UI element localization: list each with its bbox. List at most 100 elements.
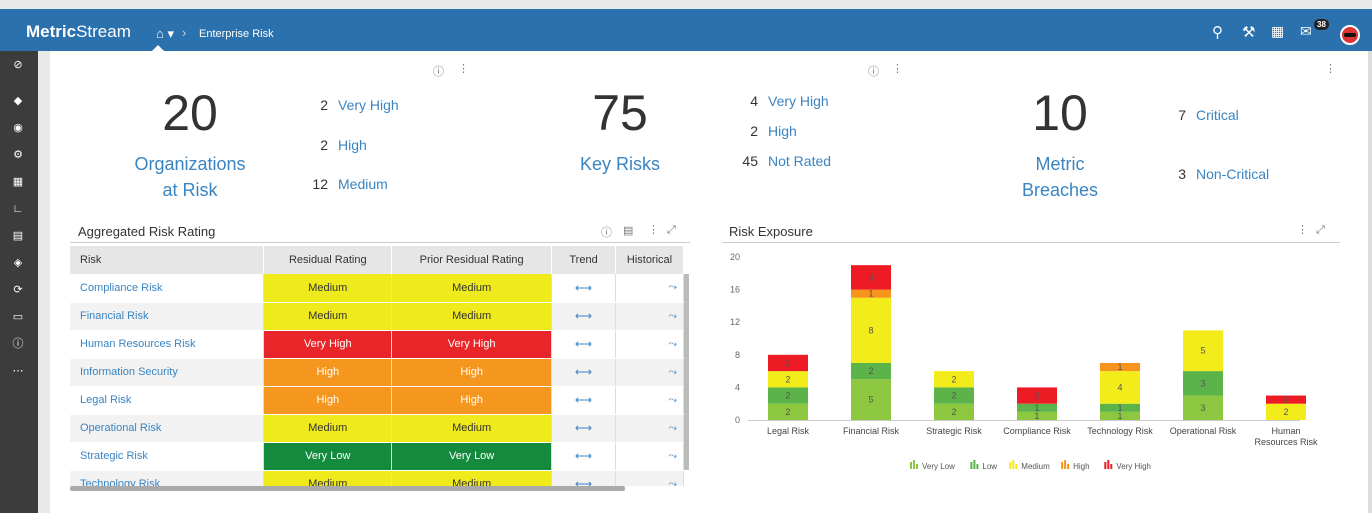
table-row[interactable]: Human Resources Risk Very High Very High ⟷ ⤳ bbox=[70, 330, 684, 359]
key-risks-label[interactable]: Key Risks bbox=[555, 151, 685, 177]
trend-icon[interactable]: ⟷ bbox=[551, 302, 616, 331]
more-icon[interactable]: ⋮ bbox=[648, 223, 659, 236]
historical-icon[interactable]: ⤳ bbox=[615, 386, 684, 415]
risk-name-link[interactable]: Information Security bbox=[70, 358, 265, 387]
risk-name-link[interactable]: Compliance Risk bbox=[70, 274, 265, 303]
table-row[interactable]: Legal Risk High High ⟷ ⤳ bbox=[70, 386, 684, 415]
page-scrollbar[interactable] bbox=[1368, 51, 1372, 513]
breadcrumb[interactable]: Enterprise Risk bbox=[199, 28, 274, 40]
risk-name-link[interactable]: Financial Risk bbox=[70, 302, 265, 331]
risk-name-link[interactable]: Operational Risk bbox=[70, 414, 265, 443]
prior-rating-cell: Medium bbox=[391, 414, 553, 443]
organizations-label[interactable]: Organizations at Risk bbox=[110, 151, 270, 203]
metric-breaches-count[interactable]: 10 bbox=[1010, 84, 1110, 142]
help-icon[interactable]: ⓘ bbox=[11, 338, 25, 350]
trend-icon[interactable]: ⟷ bbox=[551, 470, 616, 486]
column-header-risk[interactable]: Risk bbox=[70, 246, 265, 274]
tools-icon[interactable]: ⚒ bbox=[1242, 23, 1255, 41]
home-icon[interactable]: ⌂ ▾ bbox=[156, 26, 174, 42]
metric-stat-non-critical[interactable]: 3 Non-Critical bbox=[1160, 166, 1269, 182]
table-row[interactable]: Technology Risk Medium Medium ⟷ ⤳ bbox=[70, 470, 684, 486]
risks-stat-not-rated[interactable]: 45 Not Rated bbox=[720, 153, 831, 169]
organizations-count[interactable]: 20 bbox=[140, 84, 240, 142]
gear-icon[interactable]: ⚙ bbox=[11, 149, 25, 161]
org-stat-very-high[interactable]: 2 Very High bbox=[290, 97, 399, 113]
historical-icon[interactable]: ⤳ bbox=[615, 414, 684, 443]
more-icon[interactable]: ⋮ bbox=[458, 62, 469, 75]
residual-rating-cell: High bbox=[263, 386, 393, 415]
historical-icon[interactable]: ⤳ bbox=[615, 442, 684, 471]
panel-divider bbox=[722, 242, 1340, 243]
column-header-historical[interactable]: Historical bbox=[615, 246, 684, 274]
help-icon[interactable]: ⓘ bbox=[601, 224, 612, 240]
messages-icon[interactable]: ✉ bbox=[1300, 23, 1312, 40]
historical-icon[interactable]: ⤳ bbox=[615, 330, 684, 359]
export-icon[interactable]: ▤ bbox=[623, 224, 633, 237]
help-icon[interactable]: ⓘ bbox=[433, 63, 444, 79]
brand-logo[interactable]: MetricStream bbox=[26, 22, 131, 42]
historical-icon[interactable]: ⤳ bbox=[615, 470, 684, 486]
disabled-icon[interactable]: ⊘ bbox=[11, 59, 25, 71]
risks-stat-high[interactable]: 2 High bbox=[720, 123, 797, 139]
table-horizontal-scrollbar[interactable] bbox=[70, 486, 625, 491]
breadcrumb-separator: › bbox=[182, 25, 187, 40]
box-icon[interactable]: ▭ bbox=[11, 311, 25, 323]
prior-rating-cell: Very High bbox=[391, 330, 553, 359]
grid-icon[interactable]: ▦ bbox=[11, 176, 25, 188]
help-icon[interactable]: ⓘ bbox=[868, 63, 879, 79]
trend-icon[interactable]: ⟷ bbox=[551, 274, 616, 303]
trend-icon[interactable]: ⟷ bbox=[551, 386, 616, 415]
prior-rating-cell: Medium bbox=[391, 274, 553, 303]
target-icon[interactable]: ◉ bbox=[11, 122, 25, 134]
prior-rating-cell: Medium bbox=[391, 470, 553, 486]
column-header-residual[interactable]: Residual Rating bbox=[263, 246, 393, 274]
calendar-icon[interactable]: ▦ bbox=[1271, 23, 1284, 40]
refresh-icon[interactable]: ⟳ bbox=[11, 284, 25, 296]
more-icon[interactable]: ⋮ bbox=[892, 62, 903, 75]
avatar[interactable] bbox=[1340, 25, 1360, 45]
residual-rating-cell: Medium bbox=[263, 302, 393, 331]
historical-icon[interactable]: ⤳ bbox=[615, 274, 684, 303]
risk-name-link[interactable]: Technology Risk bbox=[70, 470, 265, 486]
document-icon[interactable]: ▤ bbox=[11, 230, 25, 242]
table-row[interactable]: Financial Risk Medium Medium ⟷ ⤳ bbox=[70, 302, 684, 331]
historical-icon[interactable]: ⤳ bbox=[615, 358, 684, 387]
top-strip bbox=[0, 0, 1372, 9]
risks-stat-very-high[interactable]: 4 Very High bbox=[720, 93, 829, 109]
risk-exposure-title: Risk Exposure bbox=[729, 224, 813, 239]
org-stat-high[interactable]: 2 High bbox=[290, 137, 367, 153]
metric-breaches-label[interactable]: Metric Breaches bbox=[990, 151, 1130, 203]
more-icon[interactable]: ⋯ bbox=[11, 365, 25, 377]
key-risks-count[interactable]: 75 bbox=[570, 84, 670, 142]
table-row[interactable]: Operational Risk Medium Medium ⟷ ⤳ bbox=[70, 414, 684, 443]
expand-icon[interactable]: ⤢ bbox=[667, 224, 676, 237]
expand-icon[interactable]: ⤢ bbox=[1316, 224, 1325, 237]
trend-icon[interactable]: ⟷ bbox=[551, 442, 616, 471]
chart-icon[interactable]: ∟ bbox=[11, 203, 25, 215]
org-stat-medium[interactable]: 12 Medium bbox=[290, 176, 387, 192]
risk-table-container: Risk Residual Rating Prior Residual Rati… bbox=[70, 246, 684, 486]
shield-icon[interactable]: ◈ bbox=[11, 257, 25, 269]
trend-icon[interactable]: ⟷ bbox=[551, 330, 616, 359]
table-row[interactable]: Compliance Risk Medium Medium ⟷ ⤳ bbox=[70, 274, 684, 303]
risk-name-link[interactable]: Human Resources Risk bbox=[70, 330, 265, 359]
table-vertical-scrollbar[interactable] bbox=[684, 274, 689, 470]
historical-icon[interactable]: ⤳ bbox=[615, 302, 684, 331]
risk-rating-table: Risk Residual Rating Prior Residual Rati… bbox=[70, 246, 684, 486]
search-icon[interactable]: ⚲ bbox=[1212, 23, 1223, 41]
trend-icon[interactable]: ⟷ bbox=[551, 414, 616, 443]
risk-name-link[interactable]: Strategic Risk bbox=[70, 442, 265, 471]
risk-name-link[interactable]: Legal Risk bbox=[70, 386, 265, 415]
column-header-trend[interactable]: Trend bbox=[551, 246, 616, 274]
panel-divider bbox=[70, 242, 690, 243]
home-icon[interactable]: ◆ bbox=[11, 95, 25, 107]
prior-rating-cell: Very Low bbox=[391, 442, 553, 471]
more-icon[interactable]: ⋮ bbox=[1325, 62, 1336, 75]
metric-stat-critical[interactable]: 7 Critical bbox=[1160, 107, 1239, 123]
trend-icon[interactable]: ⟷ bbox=[551, 358, 616, 387]
column-header-prior[interactable]: Prior Residual Rating bbox=[391, 246, 553, 274]
table-row[interactable]: Information Security High High ⟷ ⤳ bbox=[70, 358, 684, 387]
prior-rating-cell: Medium bbox=[391, 302, 553, 331]
table-row[interactable]: Strategic Risk Very Low Very Low ⟷ ⤳ bbox=[70, 442, 684, 471]
more-icon[interactable]: ⋮ bbox=[1297, 223, 1308, 236]
